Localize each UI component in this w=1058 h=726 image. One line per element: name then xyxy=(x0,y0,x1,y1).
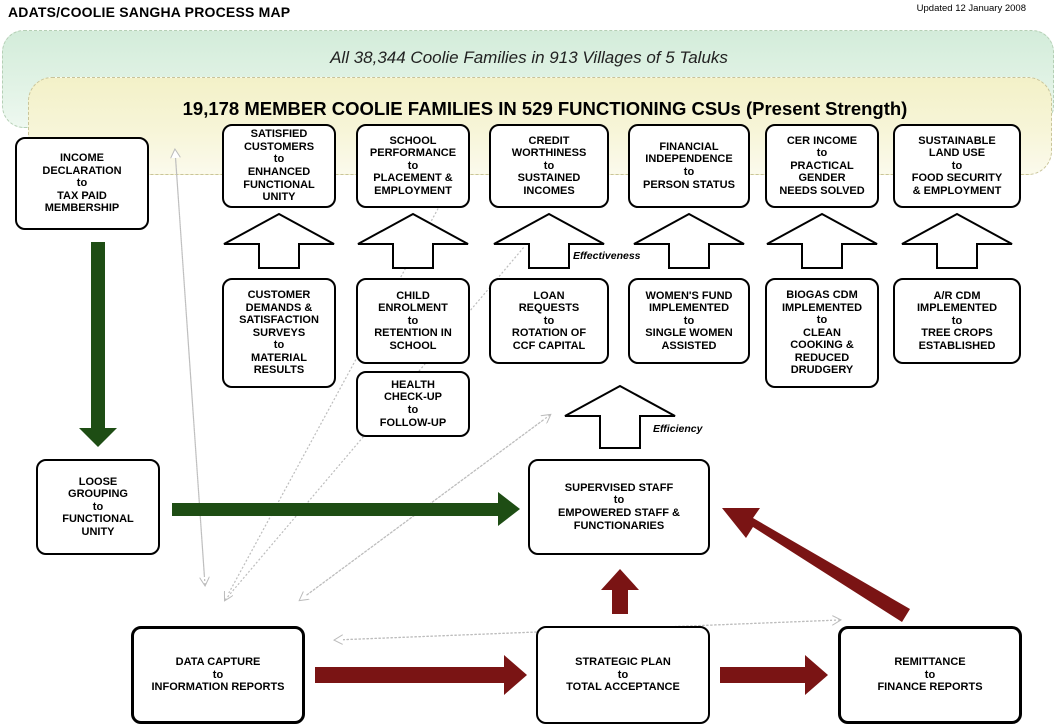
income-declaration-box: INCOME DECLARATION to TAX PAID MEMBERSHI… xyxy=(15,137,149,230)
activity-box-ar-cdm: A/R CDM IMPLEMENTED to TREE CROPS ESTABL… xyxy=(893,278,1021,364)
efficiency-label: Efficiency xyxy=(653,423,703,435)
strategic-plan-box: STRATEGIC PLAN to TOTAL ACCEPTANCE xyxy=(536,626,710,724)
effectiveness-label: Effectiveness xyxy=(573,250,641,262)
red-arrow-right-2 xyxy=(720,655,828,695)
activity-box-health-checkup: HEALTH CHECK-UP to FOLLOW-UP xyxy=(356,371,470,437)
supervised-staff-box: SUPERVISED STAFF to EMPOWERED STAFF & FU… xyxy=(528,459,710,555)
hollow-up-arrow-financial xyxy=(633,212,745,269)
hollow-up-arrow-efficiency xyxy=(564,384,676,449)
green-arrow-down xyxy=(79,242,117,447)
outcome-box-cer-income: CER INCOME to PRACTICAL GENDER NEEDS SOL… xyxy=(765,124,879,208)
activity-box-loan-requests: LOAN REQUESTS to ROTATION OF CCF CAPITAL xyxy=(489,278,609,364)
red-arrow-right-1 xyxy=(315,655,527,695)
outcome-box-school-performance: SCHOOL PERFORMANCE to PLACEMENT & EMPLOY… xyxy=(356,124,470,208)
activity-box-womens-fund: WOMEN'S FUND IMPLEMENTED to SINGLE WOMEN… xyxy=(628,278,750,364)
outcome-box-financial-independence: FINANCIAL INDEPENDENCE to PERSON STATUS xyxy=(628,124,750,208)
activity-box-biogas-cdm: BIOGAS CDM IMPLEMENTED to CLEAN COOKING … xyxy=(765,278,879,388)
hollow-up-arrow-customers xyxy=(223,212,335,269)
hollow-up-arrow-cer xyxy=(766,212,878,269)
data-capture-box: DATA CAPTURE to INFORMATION REPORTS xyxy=(131,626,305,724)
outcome-box-satisfied-customers: SATISFIED CUSTOMERS to ENHANCED FUNCTION… xyxy=(222,124,336,208)
activity-box-child-enrolment: CHILD ENROLMENT to RETENTION IN SCHOOL xyxy=(356,278,470,364)
activity-box-customer-demands: CUSTOMER DEMANDS & SATISFACTION SURVEYS … xyxy=(222,278,336,388)
remittance-box: REMITTANCE to FINANCE REPORTS xyxy=(838,626,1022,724)
hollow-up-arrow-school xyxy=(357,212,469,269)
red-arrow-diagonal xyxy=(722,508,910,622)
green-arrow-right xyxy=(172,492,520,526)
red-arrow-up xyxy=(601,569,639,614)
loose-grouping-box: LOOSE GROUPING to FUNCTIONAL UNITY xyxy=(36,459,160,555)
outcome-box-sustainable-land-use: SUSTAINABLE LAND USE to FOOD SECURITY & … xyxy=(893,124,1021,208)
outcome-box-credit-worthiness: CREDIT WORTHINESS to SUSTAINED INCOMES xyxy=(489,124,609,208)
hollow-up-arrow-land xyxy=(901,212,1013,269)
